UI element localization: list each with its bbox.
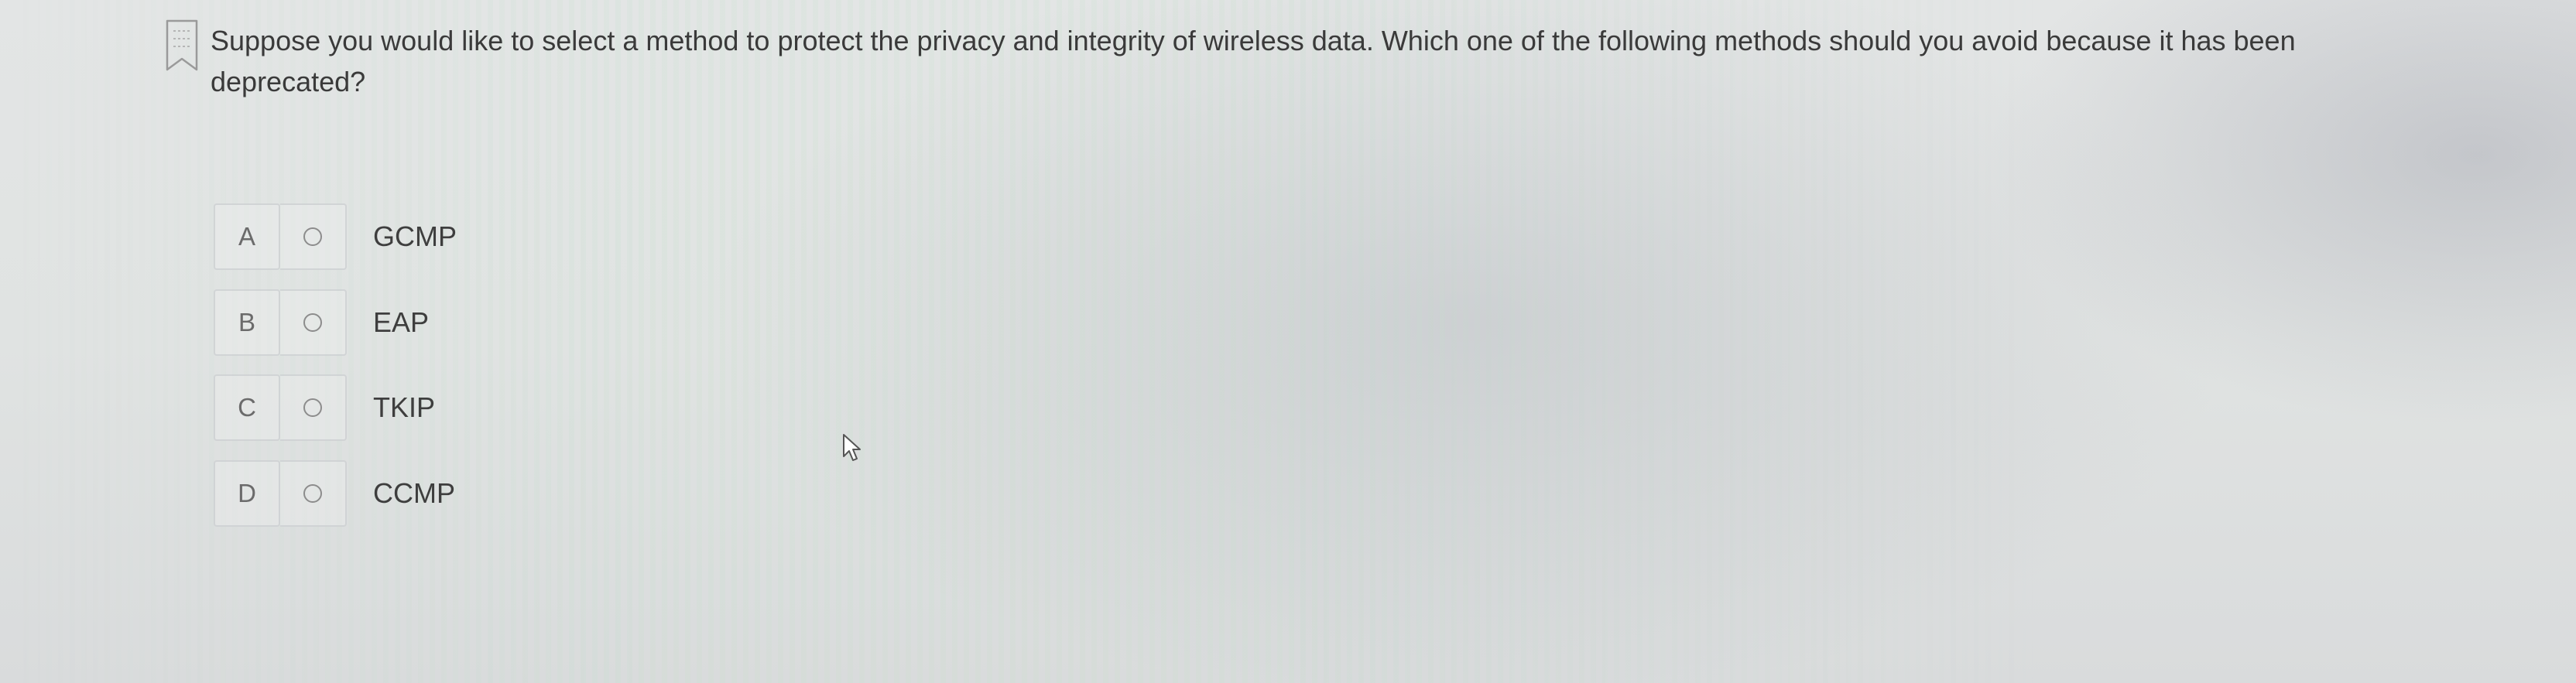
option-letter: A bbox=[214, 203, 280, 270]
option-label[interactable]: CCMP bbox=[373, 477, 455, 510]
mouse-pointer-icon bbox=[843, 434, 861, 461]
radio-button[interactable] bbox=[303, 227, 322, 246]
radio-button[interactable] bbox=[303, 313, 322, 332]
radio-button-container[interactable] bbox=[280, 289, 347, 356]
option-letter: C bbox=[214, 374, 280, 441]
option-label[interactable]: TKIP bbox=[373, 391, 435, 424]
question-text: Suppose you would like to select a metho… bbox=[211, 25, 2296, 97]
option-b[interactable]: B EAP bbox=[214, 289, 429, 356]
option-a[interactable]: A GCMP bbox=[214, 203, 457, 270]
radio-button-container[interactable] bbox=[280, 203, 347, 270]
bookmark-icon[interactable] bbox=[165, 19, 199, 73]
option-label[interactable]: GCMP bbox=[373, 220, 457, 253]
radio-button-container[interactable] bbox=[280, 460, 347, 527]
option-label[interactable]: EAP bbox=[373, 306, 429, 339]
option-c[interactable]: C TKIP bbox=[214, 374, 435, 441]
option-d[interactable]: D CCMP bbox=[214, 460, 455, 527]
radio-button[interactable] bbox=[303, 398, 322, 417]
option-letter: B bbox=[214, 289, 280, 356]
radio-button-container[interactable] bbox=[280, 374, 347, 441]
radio-button[interactable] bbox=[303, 484, 322, 503]
option-letter: D bbox=[214, 460, 280, 527]
